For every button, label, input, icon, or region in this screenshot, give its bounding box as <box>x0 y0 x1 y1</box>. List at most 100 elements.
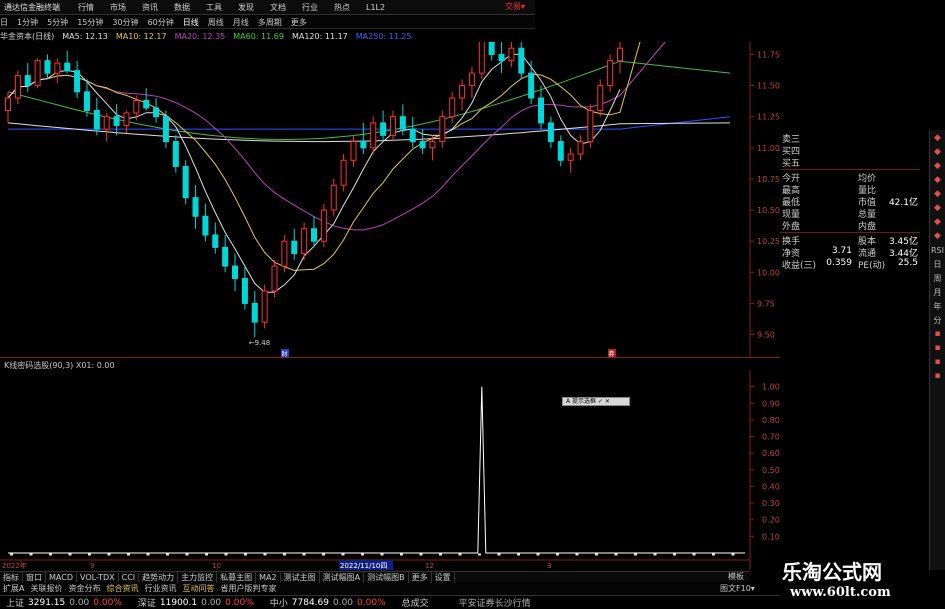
toolbar-item-3[interactable]: 月 <box>934 287 942 298</box>
candle-body[interactable] <box>241 278 248 304</box>
indicator-tab-10[interactable]: 测试幅图A <box>320 571 365 583</box>
toolbar-item-4[interactable]: 年 <box>934 301 942 312</box>
indicator-tab-1[interactable]: 窗口 <box>23 571 46 583</box>
menu-item-0[interactable]: 行情 <box>78 2 94 13</box>
candle-body[interactable] <box>557 141 564 161</box>
candle-body[interactable] <box>311 228 317 242</box>
menu-item-5[interactable]: 发现 <box>238 2 254 13</box>
candle-body[interactable] <box>320 209 327 242</box>
candle-body[interactable] <box>182 165 189 199</box>
candle-body[interactable] <box>123 112 130 126</box>
f10-button[interactable]: 图文F10▾ <box>720 583 755 594</box>
menu-item-2[interactable]: 资讯 <box>142 2 158 13</box>
candle-body[interactable] <box>449 97 456 118</box>
menu-item-7[interactable]: 行业 <box>302 2 318 13</box>
candle-body[interactable] <box>488 42 495 55</box>
candle-body[interactable] <box>261 290 268 323</box>
toolbar-item-0[interactable]: RSI <box>931 245 944 256</box>
tool-icon[interactable]: ▪ <box>934 329 940 340</box>
period-item-6[interactable]: 日线 <box>183 17 199 28</box>
menu-item-1[interactable]: 市场 <box>110 2 126 13</box>
template-button[interactable]: 模板 <box>728 571 744 582</box>
candle-body[interactable] <box>232 265 239 280</box>
tool-icon[interactable]: ▪ <box>934 343 940 354</box>
candle-body[interactable] <box>370 122 377 149</box>
candle-body[interactable] <box>202 215 209 236</box>
period-item-5[interactable]: 60分钟 <box>148 17 174 28</box>
period-item-2[interactable]: 5分钟 <box>47 17 68 28</box>
toolbar-item-2[interactable]: 周 <box>934 273 942 284</box>
candle-body[interactable] <box>103 116 110 130</box>
menu-item-3[interactable]: 数据 <box>174 2 190 13</box>
news-tab-6[interactable]: 省用户版判专家 <box>217 583 279 594</box>
candle-body[interactable] <box>380 122 387 136</box>
candle-body[interactable] <box>291 240 298 255</box>
candle-body[interactable] <box>281 240 288 267</box>
indicator-tab-0[interactable]: 指标 <box>0 571 23 583</box>
candle-body[interactable] <box>439 116 446 143</box>
candle-body[interactable] <box>172 141 179 167</box>
period-item-8[interactable]: 月线 <box>233 17 249 28</box>
candle-body[interactable] <box>577 141 584 155</box>
candle-body[interactable] <box>54 62 61 74</box>
candle-body[interactable] <box>340 159 347 186</box>
candle-body[interactable] <box>301 228 308 255</box>
candle-body[interactable] <box>389 116 396 136</box>
candle-body[interactable] <box>498 53 505 62</box>
candle-body[interactable] <box>93 109 100 130</box>
candle-body[interactable] <box>547 122 554 143</box>
tool-icon[interactable]: ◆ <box>934 217 941 228</box>
period-item-1[interactable]: 1分钟 <box>17 17 38 28</box>
menu-item-6[interactable]: 文档 <box>270 2 286 13</box>
candle-body[interactable] <box>74 70 81 93</box>
trade-menu[interactable]: 交易▾ <box>505 1 525 12</box>
period-item-7[interactable]: 周线 <box>208 17 224 28</box>
candle-body[interactable] <box>133 100 140 114</box>
menu-item-8[interactable]: 热点 <box>334 2 350 13</box>
period-item-0[interactable]: 日 <box>0 17 8 28</box>
indicator-tab-13[interactable]: 设置 <box>432 571 455 583</box>
price-chart[interactable]: 11.75 11.50 11.25 11.00 10.75 10.50 10.25 10.00… <box>0 42 780 358</box>
news-tab-2[interactable]: 资金分布 <box>65 583 103 594</box>
indicator-tab-7[interactable]: 私募主图 <box>217 571 257 583</box>
candle-body[interactable] <box>64 62 71 72</box>
candle-body[interactable] <box>617 47 623 62</box>
indicator-tab-9[interactable]: 测试主图 <box>281 571 320 583</box>
news-tab-0[interactable]: 扩展A <box>0 583 27 594</box>
candle-body[interactable] <box>162 116 169 143</box>
news-tab-5[interactable]: 互动问答 <box>179 583 217 594</box>
candle-body[interactable] <box>478 42 485 74</box>
menu-item-9[interactable]: L1L2 <box>366 3 385 12</box>
candle-body[interactable] <box>222 246 229 267</box>
indicator-tab-12[interactable]: 更多 <box>409 571 432 583</box>
candle-body[interactable] <box>518 47 525 74</box>
news-tab-4[interactable]: 行业资讯 <box>141 583 179 594</box>
candle-body[interactable] <box>597 85 604 111</box>
candle-body[interactable] <box>153 107 160 118</box>
candle-body[interactable] <box>83 91 90 111</box>
period-item-3[interactable]: 15分钟 <box>77 17 103 28</box>
popup-tip[interactable]: A 提示选框 ✓ ✕ <box>562 397 630 406</box>
indicator-tab-2[interactable]: MACD <box>46 572 77 582</box>
candle-body[interactable] <box>34 60 41 87</box>
news-tab-1[interactable]: 关联报价 <box>27 583 65 594</box>
candle-body[interactable] <box>459 85 466 99</box>
candle-body[interactable] <box>360 141 367 149</box>
period-item-4[interactable]: 30分钟 <box>112 17 138 28</box>
indicator-chart[interactable]: 1.00 0.90 0.80 0.70 0.60 0.50 0.40 0.30 0.20 0.10… <box>0 370 780 570</box>
candle-body[interactable] <box>350 141 357 161</box>
tool-icon[interactable]: ◆ <box>934 161 941 172</box>
candle-body[interactable] <box>271 265 278 292</box>
candle-body[interactable] <box>251 302 258 323</box>
candle-body[interactable] <box>44 60 51 74</box>
tool-icon[interactable]: ▪ <box>934 357 940 368</box>
tool-icon[interactable]: ◆ <box>934 175 941 186</box>
candle-body[interactable] <box>419 141 426 149</box>
period-item-10[interactable]: 更多 <box>291 17 307 28</box>
candle-body[interactable] <box>113 116 120 126</box>
tool-icon[interactable]: ▪ <box>934 371 940 382</box>
toolbar-item-5[interactable]: 分 <box>934 315 942 326</box>
candle-body[interactable] <box>143 100 150 109</box>
candle-body[interactable] <box>5 97 11 111</box>
candle-body[interactable] <box>538 97 545 124</box>
